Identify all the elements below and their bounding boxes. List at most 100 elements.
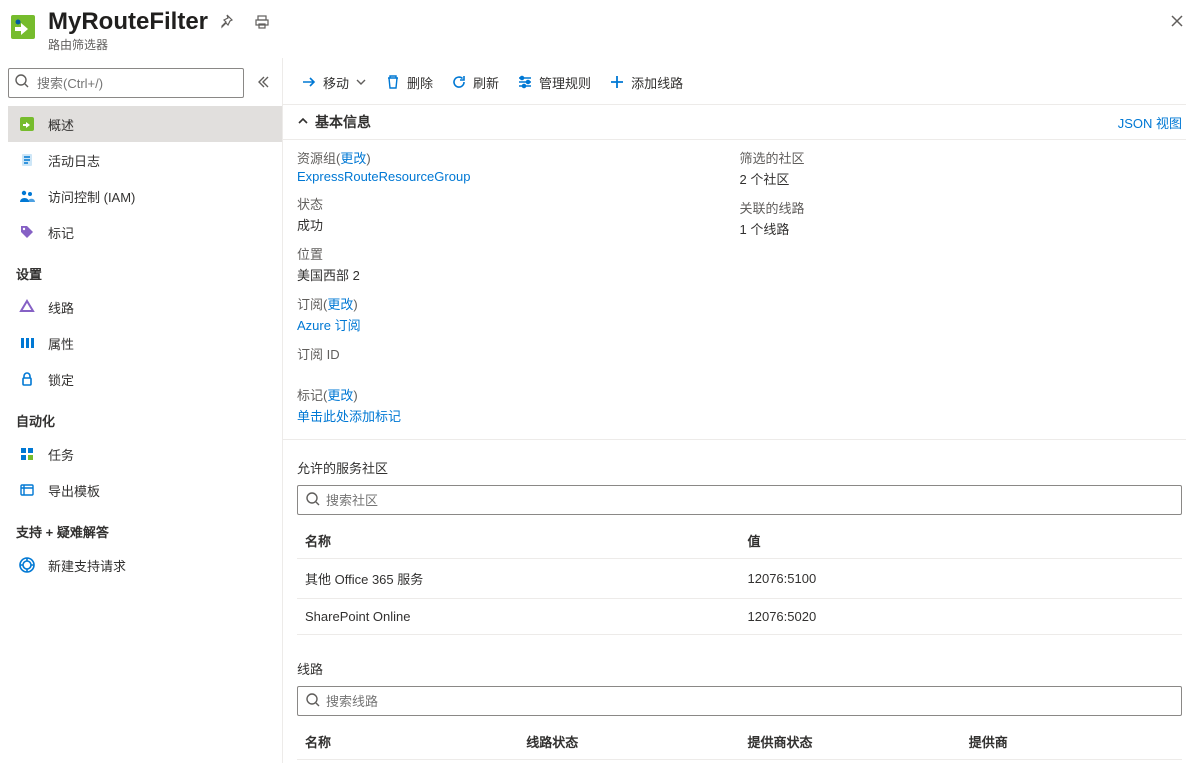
search-icon	[14, 73, 30, 92]
ess-location-label: 位置	[297, 244, 740, 263]
sidebar-item-label: 任务	[48, 445, 74, 464]
close-icon[interactable]	[1170, 12, 1184, 33]
cell-cstatus: 已启用	[518, 760, 739, 763]
sidebar-item-label: 标记	[48, 223, 74, 242]
sidebar-item-label: 属性	[48, 334, 74, 353]
sidebar-item-circuits[interactable]: 线路	[8, 289, 282, 325]
col-value[interactable]: 值	[740, 523, 1183, 559]
support-icon	[18, 557, 36, 573]
cmd-refresh[interactable]: 刷新	[451, 73, 499, 92]
json-view-link[interactable]: JSON 视图	[1118, 113, 1182, 132]
circuits-search-input[interactable]	[297, 686, 1182, 716]
props-icon	[18, 335, 36, 351]
cmd-move[interactable]: 移动	[301, 73, 367, 92]
sidebar-item-label: 新建支持请求	[48, 556, 126, 575]
circuits-table: 名称 线路状态 提供商状态 提供商 TestERCircuit已启用已预配Equ…	[297, 724, 1182, 763]
collapse-sidebar-icon[interactable]	[252, 71, 274, 96]
print-icon[interactable]	[254, 14, 270, 30]
sidebar-item-tags[interactable]: 标记	[8, 214, 282, 250]
cell-value: 12076:5100	[740, 559, 1183, 599]
communities-table: 名称 值 其他 Office 365 服务12076:5100SharePoin…	[297, 523, 1182, 635]
cell-provider: Equinix	[961, 760, 1182, 763]
ess-subscription-label: 订阅(更改)	[297, 294, 740, 313]
col-cstatus[interactable]: 线路状态	[518, 724, 739, 760]
table-row[interactable]: 其他 Office 365 服务12076:5100	[297, 559, 1182, 599]
ess-resource-group-value[interactable]: ExpressRouteResourceGroup	[297, 169, 470, 184]
sidebar-item-locks[interactable]: 锁定	[8, 361, 282, 397]
sidebar-item-label: 锁定	[48, 370, 74, 389]
cmd-delete[interactable]: 删除	[385, 73, 433, 92]
lock-icon	[18, 371, 36, 387]
cell-name: TestERCircuit	[297, 760, 518, 763]
resource-type-icon	[8, 12, 38, 42]
sidebar-item-export[interactable]: 导出模板	[8, 472, 282, 508]
arrow-right-icon	[301, 74, 317, 90]
table-row[interactable]: TestERCircuit已启用已预配Equinix	[297, 760, 1182, 763]
ess-circuits-label: 关联的线路	[740, 198, 1183, 217]
ess-location-value: 美国西部 2	[297, 265, 740, 284]
pin-icon[interactable]	[218, 14, 234, 30]
table-row[interactable]: SharePoint Online12076:5020	[297, 599, 1182, 635]
cell-name: 其他 Office 365 服务	[297, 559, 740, 599]
page-title: MyRouteFilter	[48, 8, 208, 36]
ess-tags-label: 标记(更改)	[297, 385, 740, 404]
col-name[interactable]: 名称	[297, 523, 740, 559]
sidebar-item-label: 活动日志	[48, 151, 100, 170]
people-icon	[18, 188, 36, 204]
sidebar-item-label: 导出模板	[48, 481, 100, 500]
sidebar-item-iam[interactable]: 访问控制 (IAM)	[8, 178, 282, 214]
group-settings: 设置	[8, 250, 282, 289]
change-sub-link[interactable]: 更改	[327, 297, 353, 312]
ess-communities-label: 筛选的社区	[740, 148, 1183, 167]
circuit-icon	[18, 299, 36, 315]
sidebar-item-activity[interactable]: 活动日志	[8, 142, 282, 178]
cmd-manage-rules[interactable]: 管理规则	[517, 73, 591, 92]
chevron-down-icon	[355, 76, 367, 88]
sidebar-item-label: 线路	[48, 298, 74, 317]
cell-pstatus: 已预配	[740, 760, 961, 763]
ess-status-value: 成功	[297, 215, 740, 234]
ess-circuits-value: 1 个线路	[740, 219, 1183, 238]
command-bar: 移动 删除 刷新 管理规则 添加线路	[283, 60, 1186, 104]
communities-section-label: 允许的服务社区	[283, 440, 1186, 485]
cell-value: 12076:5020	[740, 599, 1183, 635]
chevron-up-icon	[297, 114, 309, 130]
col-pstatus[interactable]: 提供商状态	[740, 724, 961, 760]
circuits-section-label: 线路	[283, 635, 1186, 686]
group-automation: 自动化	[8, 397, 282, 436]
tag-icon	[18, 224, 36, 240]
communities-search-input[interactable]	[297, 485, 1182, 515]
ess-resource-group-label: 资源组(更改)	[297, 148, 740, 167]
sidebar-item-newreq[interactable]: 新建支持请求	[8, 547, 282, 583]
ess-communities-value: 2 个社区	[740, 169, 1183, 188]
cmd-add-circuit[interactable]: 添加线路	[609, 73, 683, 92]
sidebar-item-label: 访问控制 (IAM)	[48, 187, 135, 206]
sliders-icon	[517, 74, 533, 90]
tasks-icon	[18, 446, 36, 462]
plus-icon	[609, 74, 625, 90]
sidebar-item-label: 概述	[48, 115, 74, 134]
ess-subid-label: 订阅 ID	[297, 344, 740, 363]
sidebar-item-overview[interactable]: 概述	[8, 106, 282, 142]
search-icon	[305, 692, 321, 711]
essentials-toggle[interactable]: 基本信息	[297, 112, 371, 132]
menu-search-input[interactable]	[8, 68, 244, 98]
change-rg-link[interactable]: 更改	[340, 151, 366, 166]
ess-subscription-value[interactable]: Azure 订阅	[297, 318, 361, 333]
group-support: 支持 + 疑难解答	[8, 508, 282, 547]
page-subtitle: 路由筛选器	[48, 36, 1186, 53]
template-icon	[18, 482, 36, 498]
overview-icon	[18, 116, 36, 132]
col-provider[interactable]: 提供商	[961, 724, 1182, 760]
add-tags-link[interactable]: 单击此处添加标记	[297, 409, 401, 424]
search-icon	[305, 491, 321, 510]
log-icon	[18, 152, 36, 168]
sidebar-item-props[interactable]: 属性	[8, 325, 282, 361]
ess-status-label: 状态	[297, 194, 740, 213]
refresh-icon	[451, 74, 467, 90]
trash-icon	[385, 74, 401, 90]
cell-name: SharePoint Online	[297, 599, 740, 635]
change-tags-link[interactable]: 更改	[327, 388, 353, 403]
sidebar-item-tasks[interactable]: 任务	[8, 436, 282, 472]
col-name[interactable]: 名称	[297, 724, 518, 760]
